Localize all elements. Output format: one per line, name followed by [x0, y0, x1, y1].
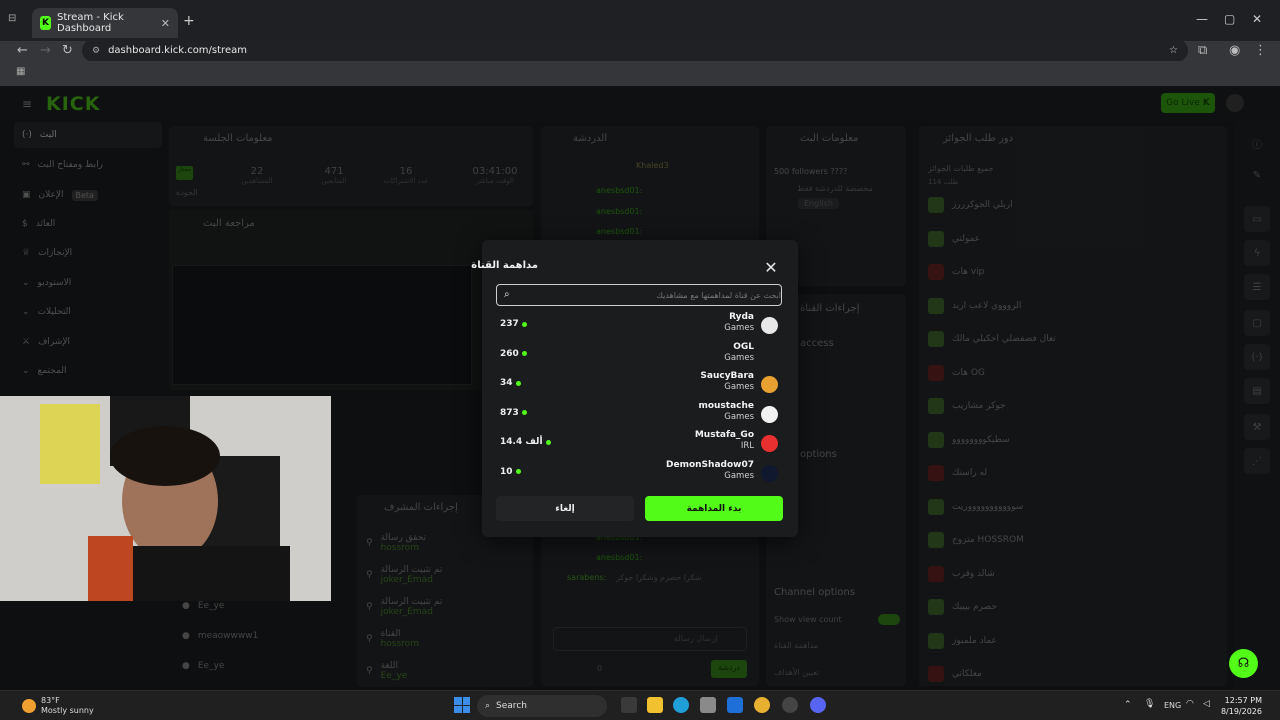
start-raid-button[interactable]: بدء المداهمة: [645, 496, 783, 521]
volume-icon[interactable]: ◁: [1203, 699, 1210, 709]
clock-time: 12:57 PM: [1224, 696, 1262, 705]
taskbar-search[interactable]: ⌕ Search: [477, 695, 607, 717]
channel-category: IRL: [740, 441, 754, 451]
browser-tab[interactable]: K Stream - Kick Dashboard ✕: [32, 8, 178, 38]
browser-menu-icon[interactable]: ⋮: [1254, 43, 1267, 58]
channel-viewers: 10: [500, 467, 521, 477]
channel-category: Games: [724, 382, 754, 392]
profile-icon[interactable]: ◉: [1229, 43, 1240, 58]
system-clock[interactable]: 12:57 PM 8/19/2026: [1220, 695, 1262, 717]
channel-row[interactable]: Mustafa_Go IRL 14.4 ألف: [496, 429, 784, 457]
channel-row[interactable]: moustache Games 873: [496, 400, 784, 428]
maximize-icon[interactable]: ▢: [1224, 12, 1235, 26]
edge-icon[interactable]: [673, 697, 689, 713]
cancel-button[interactable]: إلغاء: [496, 496, 634, 521]
wifi-icon[interactable]: ◠: [1186, 699, 1194, 709]
chrome-icon[interactable]: [754, 697, 770, 713]
channel-viewers: 34: [500, 378, 521, 388]
tab-search-icon[interactable]: ⊟: [8, 13, 28, 29]
new-tab-button[interactable]: +: [183, 13, 195, 29]
weather-temp: 83°F: [41, 696, 60, 705]
viewer-count: 873: [500, 407, 519, 418]
forward-icon[interactable]: →: [40, 43, 51, 58]
url-text: dashboard.kick.com/stream: [108, 45, 247, 56]
help-chat-icon[interactable]: ☊: [1229, 649, 1258, 678]
modal-title: مداهمة القناة: [471, 260, 538, 271]
viewer-count: 14.4 ألف: [500, 437, 543, 447]
raid-channel-modal: مداهمة القناة ✕ ⌕ RydaGames237OGLGames26…: [471, 240, 798, 537]
channel-name: DemonShadow07: [666, 459, 754, 470]
tray-chevron-icon[interactable]: ⌃: [1124, 700, 1132, 710]
live-dot-icon: [545, 439, 551, 445]
discord-icon[interactable]: [810, 697, 826, 713]
extensions-icon[interactable]: ⧉: [1198, 43, 1207, 58]
clock-date: 8/19/2026: [1220, 707, 1262, 716]
channel-avatar: [761, 464, 778, 482]
weather-widget[interactable]: 83°F Mostly sunny: [22, 696, 94, 716]
sun-icon: [22, 699, 36, 713]
viewer-count: 34: [500, 378, 513, 388]
live-dot-icon: [521, 410, 527, 415]
obs-icon[interactable]: [782, 697, 798, 713]
live-dot-icon: [515, 469, 521, 474]
channel-search-input[interactable]: [496, 284, 782, 306]
windows-start-icon[interactable]: [454, 697, 470, 713]
channel-category: Games: [724, 352, 754, 363]
site-info-icon[interactable]: ⚙: [92, 46, 100, 56]
window-close-icon[interactable]: ✕: [1252, 12, 1262, 26]
channel-avatar: [761, 435, 778, 452]
mail-icon[interactable]: [727, 697, 743, 713]
viewer-count: 10: [500, 466, 513, 477]
url-bar[interactable]: ⚙ dashboard.kick.com/stream ☆: [82, 39, 1188, 62]
bookmarks-bar: [0, 61, 1280, 83]
taskbar-search-label: Search: [496, 701, 527, 711]
apps-grid-icon[interactable]: ▦: [16, 66, 25, 77]
live-dot-icon: [521, 351, 527, 356]
channel-viewers: 237: [500, 319, 527, 329]
close-icon[interactable]: ✕: [761, 257, 781, 277]
channel-row[interactable]: DemonShadow07 Games 10: [496, 459, 784, 487]
channel-avatar: [761, 346, 778, 364]
language-indicator[interactable]: ENG: [1164, 701, 1181, 710]
live-dot-icon: [521, 321, 527, 327]
task-view-icon[interactable]: [621, 697, 637, 713]
channel-avatar: [761, 405, 778, 423]
search-icon: ⌕: [504, 289, 510, 300]
channel-category: Games: [724, 470, 754, 481]
viewer-count: 260: [500, 348, 519, 359]
weather-desc: Mostly sunny: [41, 706, 94, 715]
channel-category: Games: [724, 323, 754, 333]
channel-viewers: 260: [500, 349, 527, 359]
channel-name: Mustafa_Go: [694, 430, 754, 440]
search-icon: ⌕: [485, 701, 491, 711]
channel-row[interactable]: Ryda Games 237: [496, 311, 784, 339]
windows-taskbar: [0, 690, 1280, 720]
channel-viewers: 14.4 ألف: [500, 437, 551, 447]
close-tab-icon[interactable]: ✕: [161, 17, 170, 30]
mic-icon[interactable]: 🎙: [1144, 699, 1155, 709]
back-icon[interactable]: ←: [17, 43, 28, 58]
channel-name: OGL: [733, 341, 754, 352]
reload-icon[interactable]: ↻: [62, 43, 73, 58]
kick-favicon-icon: K: [40, 16, 52, 30]
channel-avatar: [761, 376, 778, 393]
store-icon[interactable]: [700, 697, 716, 713]
channel-category: Games: [724, 411, 754, 422]
file-explorer-icon[interactable]: [647, 697, 663, 713]
channel-name: SaucyBara: [700, 371, 754, 381]
channel-row[interactable]: OGL Games 260: [496, 341, 784, 369]
viewer-count: 237: [500, 319, 519, 329]
channel-avatar: [761, 317, 778, 334]
minimize-icon[interactable]: —: [1196, 12, 1208, 26]
bookmark-star-icon[interactable]: ☆: [1169, 45, 1178, 56]
channel-row[interactable]: SaucyBara Games 34: [496, 370, 784, 398]
channel-name: Ryda: [729, 312, 754, 322]
live-dot-icon: [515, 380, 521, 386]
channel-viewers: 873: [500, 408, 527, 418]
tab-title: Stream - Kick Dashboard: [57, 12, 124, 34]
channel-name: moustache: [698, 400, 754, 411]
